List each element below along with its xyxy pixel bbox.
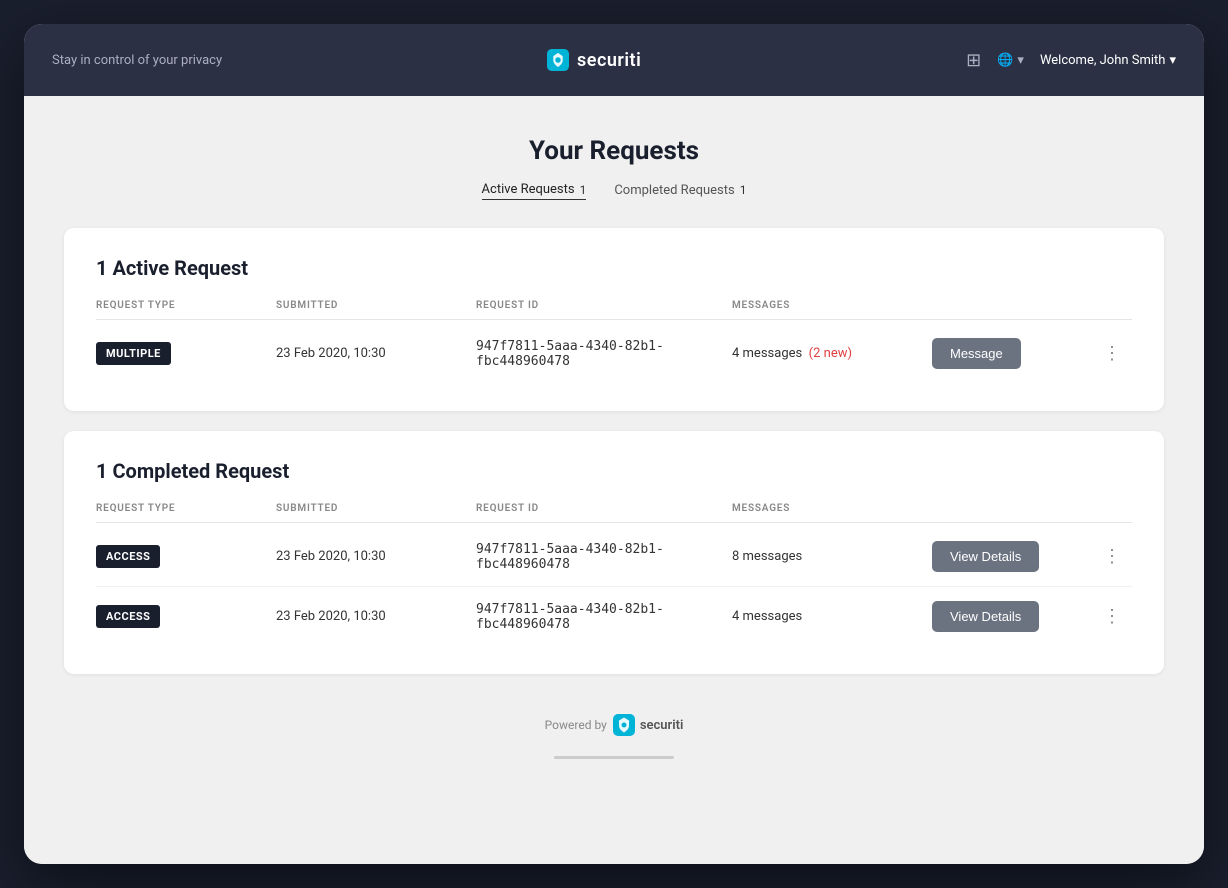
- badge-multiple: MULTIPLE: [96, 342, 276, 365]
- col-action-2: [932, 503, 1092, 514]
- col-more-1: [1092, 300, 1132, 311]
- action-cell: View Details: [932, 541, 1092, 572]
- badge-access-2: ACCESS: [96, 605, 276, 628]
- view-details-button-1[interactable]: View Details: [932, 541, 1039, 572]
- page-title: Your Requests: [64, 136, 1164, 166]
- user-label: Welcome, John Smith: [1040, 53, 1166, 68]
- powered-by-text: Powered by: [545, 718, 607, 732]
- active-requests-count: 1: [580, 183, 587, 197]
- tab-completed-requests[interactable]: Completed Requests 1: [614, 183, 746, 200]
- more-options-icon[interactable]: ⋮: [1092, 343, 1132, 364]
- active-card-title: 1 Active Request: [96, 256, 1132, 280]
- action-cell: Message: [932, 338, 1092, 369]
- device-frame: Stay in control of your privacy securiti…: [24, 24, 1204, 864]
- header-right: ⊞ 🌐 ▾ Welcome, John Smith ▾: [966, 50, 1176, 71]
- type-badge: ACCESS: [96, 545, 160, 568]
- messages-count: 8 messages: [732, 549, 932, 564]
- completed-requests-count: 1: [740, 183, 747, 197]
- messages-new: (2 new): [809, 346, 852, 361]
- table-row: MULTIPLE 23 Feb 2020, 10:30 947f7811-5aa…: [96, 324, 1132, 383]
- logo-text: securiti: [577, 50, 641, 71]
- table-row: ACCESS 23 Feb 2020, 10:30 947f7811-5aaa-…: [96, 587, 1132, 646]
- view-details-button-2[interactable]: View Details: [932, 601, 1039, 632]
- footer-logo-name: securiti: [640, 718, 684, 733]
- user-menu[interactable]: Welcome, John Smith ▾: [1040, 53, 1176, 68]
- scroll-hint: [554, 756, 674, 759]
- submitted-date: 23 Feb 2020, 10:30: [276, 346, 476, 361]
- privacy-text: Stay in control of your privacy: [52, 53, 222, 68]
- request-id: 947f7811-5aaa-4340-82b1-fbc448960478: [476, 542, 732, 572]
- submitted-date: 23 Feb 2020, 10:30: [276, 609, 476, 624]
- badge-access-1: ACCESS: [96, 545, 276, 568]
- completed-requests-label: Completed Requests: [614, 183, 734, 198]
- more-options-icon[interactable]: ⋮: [1092, 546, 1132, 567]
- completed-requests-card: 1 Completed Request REQUEST TYPE SUBMITT…: [64, 431, 1164, 674]
- more-options-icon[interactable]: ⋮: [1092, 606, 1132, 627]
- active-table-header: REQUEST TYPE SUBMITTED REQUEST ID MESSAG…: [96, 300, 1132, 320]
- tabs-row: Active Requests 1 Completed Requests 1: [64, 182, 1164, 200]
- grid-icon[interactable]: ⊞: [966, 50, 981, 71]
- globe-icon: 🌐: [997, 53, 1013, 68]
- messages-count: 4 messages (2 new): [732, 346, 932, 361]
- globe-chevron-icon: ▾: [1017, 53, 1024, 68]
- col-request-id-2: REQUEST ID: [476, 503, 732, 514]
- col-submitted-1: SUBMITTED: [276, 300, 476, 311]
- header: Stay in control of your privacy securiti…: [24, 24, 1204, 96]
- type-badge: ACCESS: [96, 605, 160, 628]
- messages-count: 4 messages: [732, 609, 932, 624]
- footer: Powered by securiti: [64, 694, 1164, 756]
- col-messages-2: MESSAGES: [732, 503, 932, 514]
- logo-area: securiti: [222, 49, 966, 71]
- active-requests-card: 1 Active Request REQUEST TYPE SUBMITTED …: [64, 228, 1164, 411]
- language-selector[interactable]: 🌐 ▾: [997, 53, 1024, 68]
- completed-card-title: 1 Completed Request: [96, 459, 1132, 483]
- col-request-id-1: REQUEST ID: [476, 300, 732, 311]
- submitted-date: 23 Feb 2020, 10:30: [276, 549, 476, 564]
- col-request-type-1: REQUEST TYPE: [96, 300, 276, 311]
- table-row: ACCESS 23 Feb 2020, 10:30 947f7811-5aaa-…: [96, 527, 1132, 587]
- footer-logo: securiti: [613, 714, 684, 736]
- request-id: 947f7811-5aaa-4340-82b1-fbc448960478: [476, 339, 732, 369]
- completed-table-header: REQUEST TYPE SUBMITTED REQUEST ID MESSAG…: [96, 503, 1132, 523]
- active-requests-label: Active Requests: [482, 182, 575, 197]
- message-button[interactable]: Message: [932, 338, 1021, 369]
- type-badge: MULTIPLE: [96, 342, 171, 365]
- footer-logo-icon: [613, 714, 635, 736]
- request-id: 947f7811-5aaa-4340-82b1-fbc448960478: [476, 602, 732, 632]
- col-messages-1: MESSAGES: [732, 300, 932, 311]
- col-more-2: [1092, 503, 1132, 514]
- col-request-type-2: REQUEST TYPE: [96, 503, 276, 514]
- main-content: Your Requests Active Requests 1 Complete…: [24, 96, 1204, 864]
- user-chevron-icon: ▾: [1169, 53, 1176, 68]
- tab-active-requests[interactable]: Active Requests 1: [482, 182, 587, 200]
- col-action-1: [932, 300, 1092, 311]
- action-cell: View Details: [932, 601, 1092, 632]
- securiti-logo-icon: [547, 49, 569, 71]
- col-submitted-2: SUBMITTED: [276, 503, 476, 514]
